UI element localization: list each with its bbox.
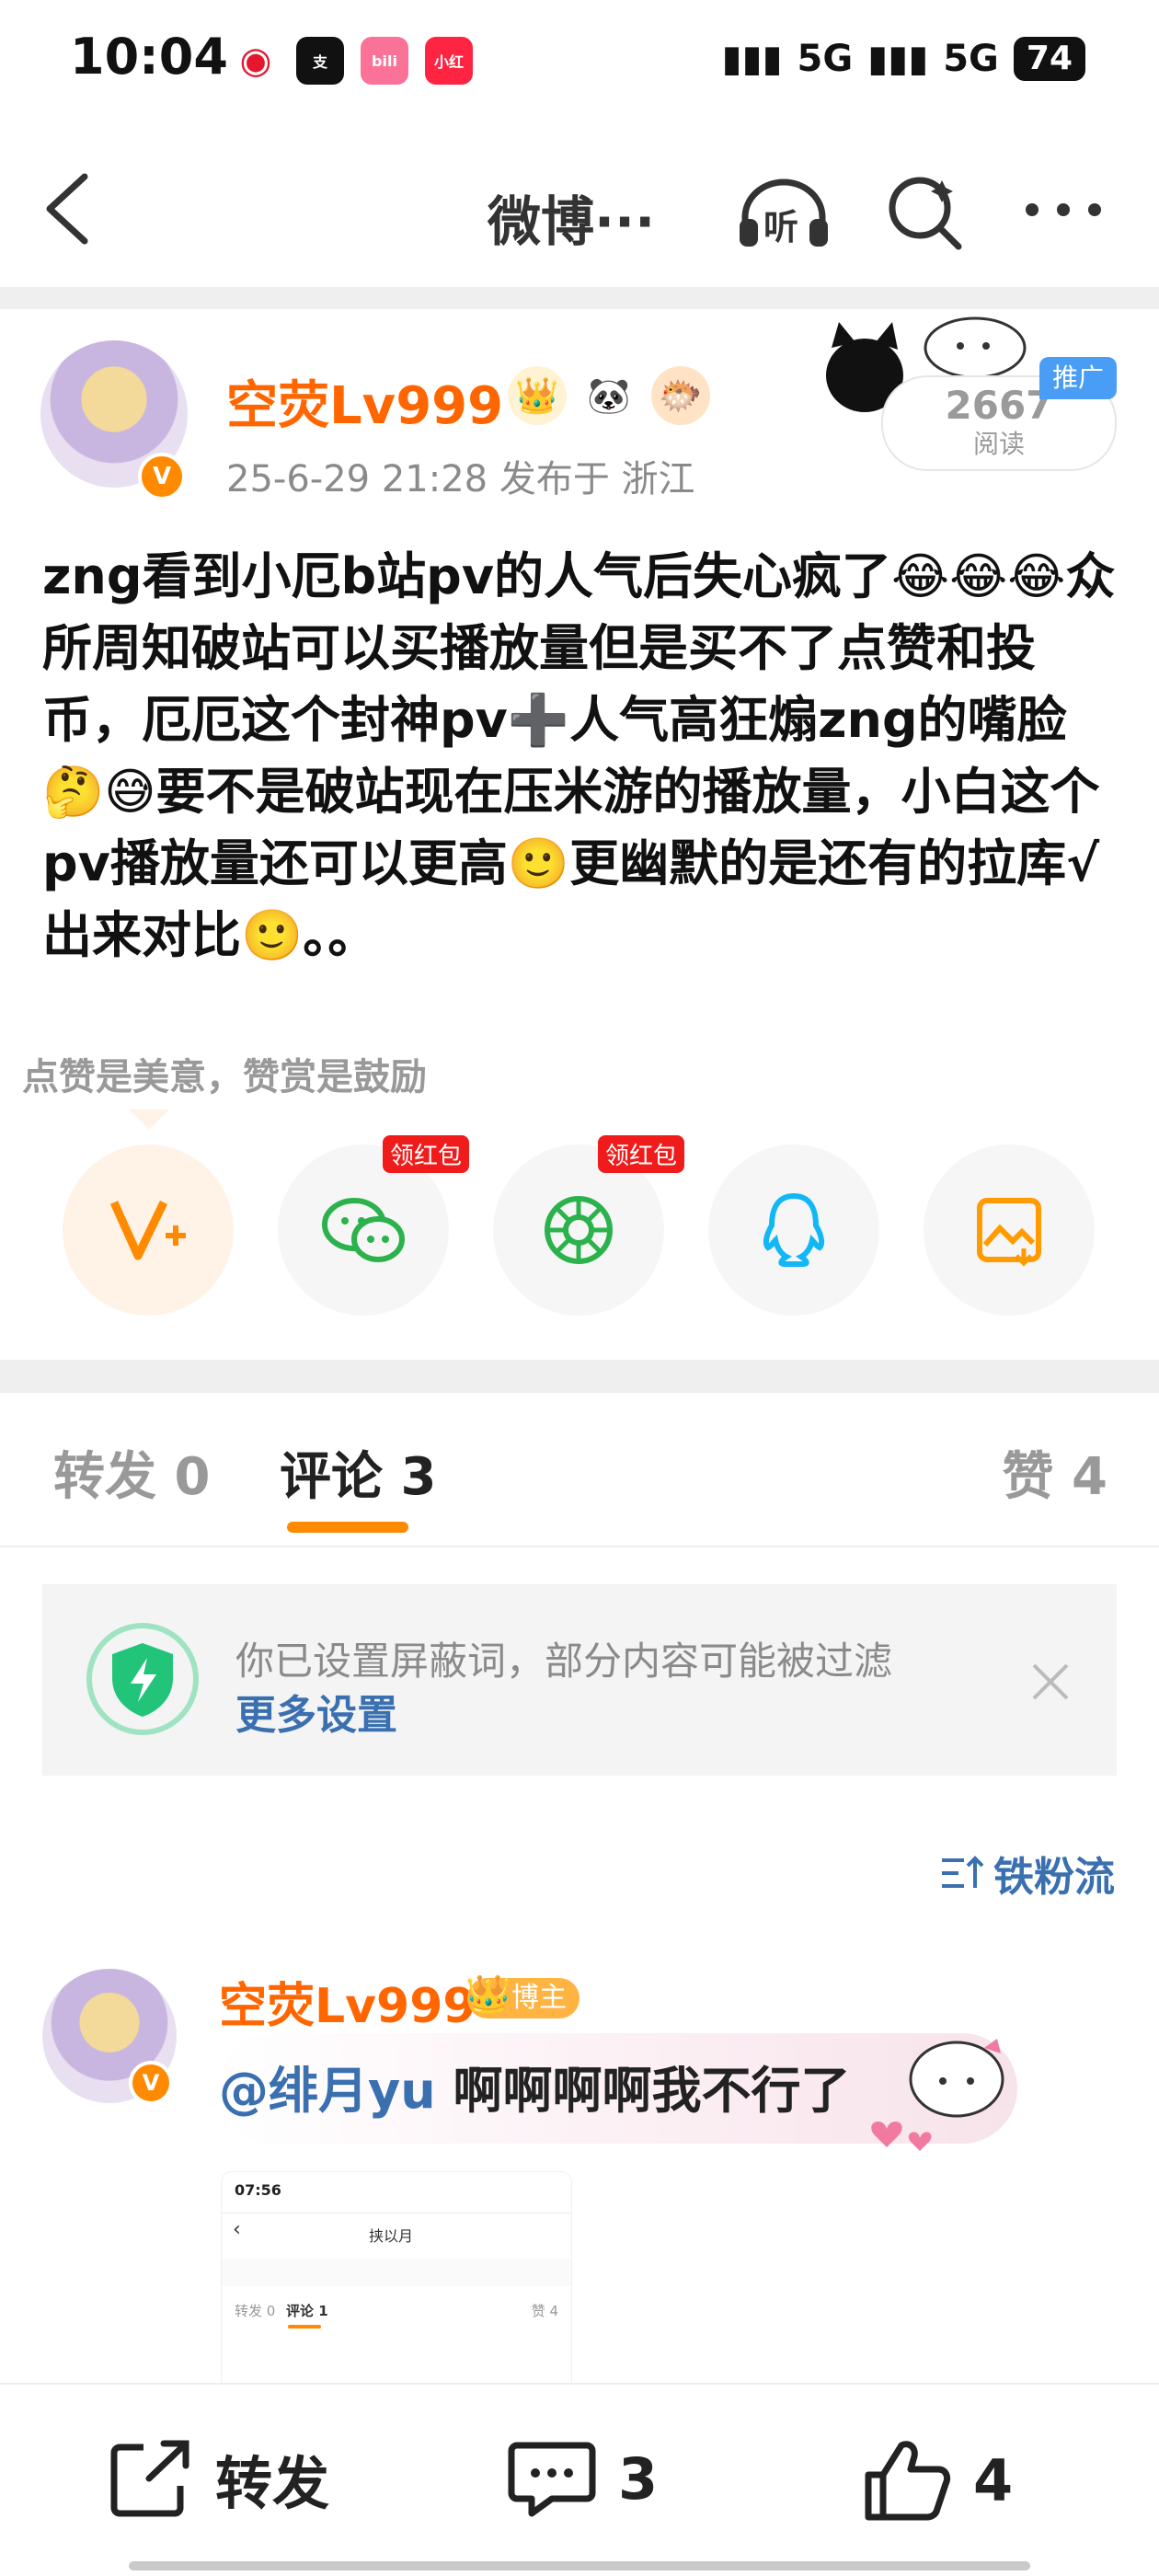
panda-badge-icon: 🐼: [587, 374, 631, 416]
sort-button[interactable]: 铁粉流: [938, 1844, 1115, 1903]
tab-like[interactable]: 赞 4: [1003, 1435, 1107, 1510]
thumb-share-row: [222, 2259, 571, 2286]
fish-badge-icon: 🐡: [651, 366, 710, 425]
thumb-back-icon: ‹: [233, 2218, 241, 2241]
reward-button[interactable]: [63, 1144, 234, 1316]
network-type-2: 5G: [943, 38, 999, 80]
signal-icon-2: ▮▮▮: [867, 38, 929, 80]
comment-author[interactable]: 空荧Lv999: [219, 1967, 476, 2036]
like-button[interactable]: 4: [861, 2436, 1013, 2524]
qq-icon: [763, 1192, 825, 1267]
active-tab-indicator: [287, 1522, 408, 1533]
crown-badge-icon: 👑: [508, 366, 567, 425]
promo-tag: 推广: [1039, 357, 1117, 399]
post-meta: 25-6-29 21:28 发布于 浙江: [226, 458, 695, 500]
close-icon[interactable]: [1028, 1660, 1073, 1704]
tab-comment[interactable]: 评论 3: [280, 1435, 436, 1510]
redpack-badge: 领红包: [382, 1135, 469, 1173]
qq-share-button[interactable]: [708, 1144, 879, 1316]
notice-text: 你已设置屏蔽词，部分内容可能被过滤: [235, 1639, 893, 1684]
redpack-badge: 领红包: [597, 1135, 684, 1173]
tab-repost[interactable]: 转发 0: [53, 1435, 210, 1510]
bilibili-app-icon: bili: [361, 37, 408, 85]
weibo-app-icon: ◉: [232, 37, 280, 85]
like-count: 4: [973, 2446, 1014, 2514]
reward-hint: 点赞是美意，赞赏是鼓励: [22, 1056, 427, 1098]
more-icon[interactable]: [1019, 177, 1107, 241]
pointer-caret-icon: [129, 1110, 169, 1130]
comment-icon: [508, 2442, 596, 2517]
hello-kitty-sticker-icon: [871, 2039, 1004, 2151]
comment-count: 3: [618, 2444, 659, 2513]
verified-badge-icon: V: [129, 2061, 173, 2105]
more-settings-link[interactable]: 更多设置: [235, 1682, 397, 1741]
thumb-tab-comment: 评论 1: [286, 2303, 328, 2319]
moments-share-button[interactable]: 领红包: [493, 1135, 684, 1316]
listen-button[interactable]: 听: [732, 171, 835, 252]
read-label: 阅读: [972, 429, 1025, 459]
comment-button[interactable]: 3: [506, 2436, 658, 2521]
filter-notice: 你已设置屏蔽词，部分内容可能被过滤 更多设置: [42, 1584, 1117, 1776]
moments-icon: [545, 1196, 613, 1264]
share-row: 领红包 领红包: [63, 1135, 1102, 1316]
post-body: zng看到小厄b站pv的人气后失心疯了😂😂😂众所周知破站可以买播放量但是买不了点…: [42, 547, 1116, 964]
status-right: ▮▮▮ 5G ▮▮▮ 5G 74: [721, 37, 1085, 81]
sort-label: 铁粉流: [993, 1854, 1115, 1901]
divider: [0, 1360, 1159, 1393]
back-arrow-icon[interactable]: [37, 167, 101, 250]
thumb-tab-like: 赞 4: [531, 2303, 558, 2319]
search-icon[interactable]: [883, 171, 966, 254]
divider: [0, 1546, 1159, 1547]
alipay-app-icon: 支: [296, 37, 344, 85]
thumb-title: 挟以月: [369, 2227, 414, 2245]
divider: [0, 287, 1159, 309]
repost-label: 转发: [215, 2450, 330, 2517]
shield-icon: [86, 1623, 199, 1735]
author-name[interactable]: 空荧Lv999: [226, 364, 503, 439]
page-title: 微博···: [488, 190, 656, 253]
save-image-icon: [977, 1198, 1041, 1267]
battery-icon: 74: [1013, 37, 1085, 81]
crown-icon: 👑: [465, 1973, 511, 2016]
wechat-icon: [322, 1198, 405, 1262]
status-time: 10:04: [70, 28, 228, 86]
divider: [222, 2213, 571, 2214]
listen-label: 听: [763, 207, 799, 247]
bottom-action-bar: 转发 3 4: [0, 2385, 1159, 2576]
network-type-1: 5G: [797, 38, 854, 80]
repost-button[interactable]: 转发: [107, 2436, 329, 2521]
wechat-share-button[interactable]: 领红包: [278, 1135, 469, 1316]
reward-v-icon: [109, 1201, 186, 1260]
home-indicator[interactable]: [129, 2561, 1030, 2570]
thumbs-up-icon: [865, 2441, 951, 2521]
thumb-tab-indicator: [288, 2325, 321, 2329]
signal-icon: ▮▮▮: [721, 38, 783, 80]
repost-icon: [110, 2440, 189, 2517]
comment-text: @绯月yu 啊啊啊啊我不行了: [219, 2050, 850, 2122]
verified-badge-icon: V: [138, 453, 186, 500]
thumb-tab-repost: 转发 0: [235, 2303, 276, 2319]
mention-link[interactable]: @绯月yu: [219, 2062, 436, 2120]
comment-image[interactable]: 07:56 ‹ 挟以月 转发 0 评论 1 赞 4: [221, 2171, 572, 2394]
sort-icon: [942, 1856, 984, 1888]
thumb-time: 07:56: [235, 2181, 281, 2199]
author-badges: 👑 🐼 🐡: [508, 366, 710, 425]
status-app-icons: ◉ 支 bili 小红: [232, 37, 473, 85]
xiaohongshu-app-icon: 小红: [425, 37, 473, 85]
comment-content: 啊啊啊啊我不行了: [435, 2062, 851, 2120]
save-image-button[interactable]: [924, 1144, 1095, 1316]
